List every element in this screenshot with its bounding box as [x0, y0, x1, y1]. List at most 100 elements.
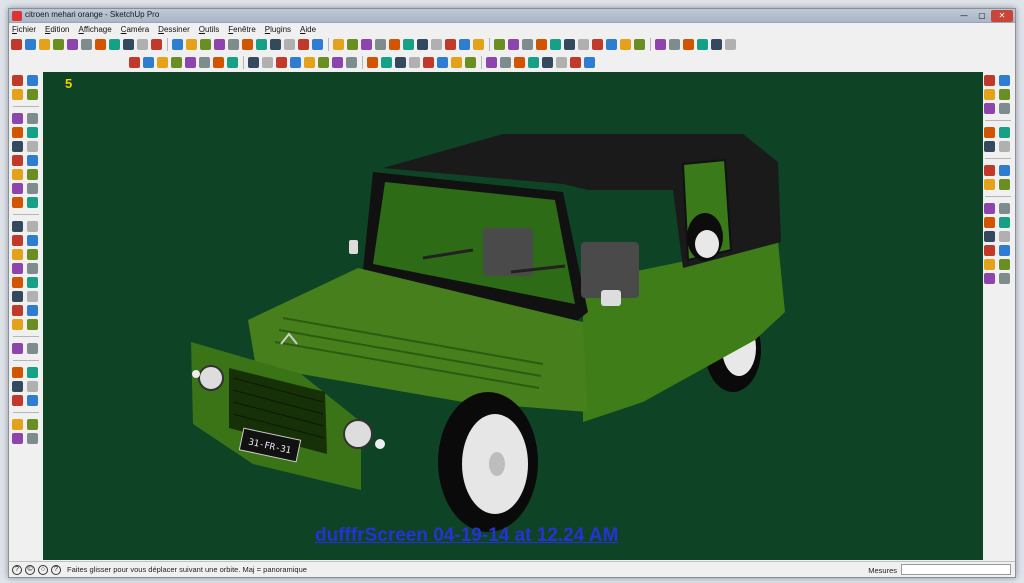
section-icon[interactable] — [284, 38, 295, 50]
zoom-icon[interactable] — [298, 38, 309, 50]
left-icon[interactable] — [445, 38, 456, 50]
sandbox-4-icon[interactable] — [500, 56, 511, 68]
menu-dessiner[interactable]: Dessiner — [158, 25, 190, 34]
geo-location-icon[interactable]: ? — [12, 564, 22, 575]
plugin-8-icon[interactable] — [227, 56, 238, 68]
sandbox-8-icon[interactable] — [556, 56, 567, 68]
orbit-icon[interactable] — [312, 38, 323, 50]
sandbox-5-icon[interactable] — [514, 56, 525, 68]
zoom-window-icon[interactable] — [347, 38, 358, 50]
eraser-icon[interactable] — [95, 38, 106, 50]
toolbar-left-tool-27-icon[interactable] — [12, 277, 23, 288]
toolbar-left-tool-40-icon[interactable] — [27, 381, 38, 392]
bottom-icon[interactable] — [459, 38, 470, 50]
toolbar-right-tool-3-icon[interactable] — [984, 89, 995, 100]
tape-icon[interactable] — [214, 38, 225, 50]
toolbar-left-tool-23-icon[interactable] — [12, 249, 23, 260]
scenes-icon[interactable] — [683, 38, 694, 50]
grid-icon[interactable] — [437, 56, 448, 68]
paint-icon[interactable] — [109, 38, 120, 50]
toolbar-right-tool-16-icon[interactable] — [999, 203, 1010, 214]
styles-icon[interactable] — [634, 38, 645, 50]
menu-fichier[interactable]: Fichier — [12, 25, 36, 34]
hidden-line-icon[interactable] — [508, 38, 519, 50]
plugin-5-icon[interactable] — [185, 56, 196, 68]
toolbar-right-tool-21-icon[interactable] — [984, 245, 995, 256]
plugin-3-icon[interactable] — [157, 56, 168, 68]
toolbar-left-tool-28-icon[interactable] — [27, 277, 38, 288]
drawing-viewport[interactable]: 31-FR-31 5 dufffrScreen 04-19-14 at 12.2… — [43, 72, 983, 560]
sandbox-9-icon[interactable] — [570, 56, 581, 68]
toolbar-left-tool-11-icon[interactable] — [12, 155, 23, 166]
toolbar-right-tool-2-icon[interactable] — [999, 75, 1010, 86]
follow-me-icon[interactable] — [172, 38, 183, 50]
menu-aide[interactable]: Aide — [300, 25, 316, 34]
monochrome-icon[interactable] — [550, 38, 561, 50]
offset-icon[interactable] — [200, 38, 211, 50]
toolbar-left-tool-20-icon[interactable] — [27, 221, 38, 232]
toolbar-left-tool-14-icon[interactable] — [27, 169, 38, 180]
toolbar-left-tool-9-icon[interactable] — [12, 141, 23, 152]
rotate-icon[interactable] — [151, 38, 162, 50]
toolbar-left-tool-37-icon[interactable] — [12, 367, 23, 378]
sandbox-1-icon[interactable] — [451, 56, 462, 68]
toolbar-right-tool-13-icon[interactable] — [984, 179, 995, 190]
right-icon[interactable] — [417, 38, 428, 50]
toolbar-left-tool-15-icon[interactable] — [12, 183, 23, 194]
toolbar-left-tool-18-icon[interactable] — [27, 197, 38, 208]
dimension-icon[interactable] — [270, 38, 281, 50]
toolbar-left-tool-41-icon[interactable] — [12, 395, 23, 406]
toolbar-right-tool-11-icon[interactable] — [984, 165, 995, 176]
maximize-button[interactable]: ▢ — [973, 10, 991, 22]
toolbar-right-tool-19-icon[interactable] — [984, 231, 995, 242]
toolbar-left-tool-31-icon[interactable] — [12, 305, 23, 316]
info-icon[interactable]: ? — [51, 564, 61, 575]
toolbar-left-tool-19-icon[interactable] — [12, 221, 23, 232]
toolbar-left-tool-45-icon[interactable] — [12, 433, 23, 444]
toolbar-right-tool-8-icon[interactable] — [999, 127, 1010, 138]
toolbar-left-tool-26-icon[interactable] — [27, 263, 38, 274]
toolbar-left-tool-4-icon[interactable] — [27, 89, 38, 100]
select-icon[interactable] — [11, 38, 22, 50]
menu-affichage[interactable]: Affichage — [78, 25, 111, 34]
eraser-alt-icon[interactable] — [81, 38, 92, 50]
wireframe-icon[interactable] — [494, 38, 505, 50]
plugin-15-icon[interactable] — [332, 56, 343, 68]
plugin-11-icon[interactable] — [276, 56, 287, 68]
materials-icon[interactable] — [697, 38, 708, 50]
toolbar-right-tool-22-icon[interactable] — [999, 245, 1010, 256]
toolbar-right-tool-12-icon[interactable] — [999, 165, 1010, 176]
sandbox-2-icon[interactable] — [465, 56, 476, 68]
fog-icon[interactable] — [578, 38, 589, 50]
menu-fenetre[interactable]: Fenêtre — [228, 25, 256, 34]
toolbar-right-tool-17-icon[interactable] — [984, 217, 995, 228]
ruby-icon[interactable] — [725, 38, 736, 50]
toolbar-left-tool-12-icon[interactable] — [27, 155, 38, 166]
toolbar-left-tool-29-icon[interactable] — [12, 291, 23, 302]
toolbar-left-tool-33-icon[interactable] — [12, 319, 23, 330]
toolbar-left-tool-44-icon[interactable] — [27, 419, 38, 430]
plugin-18-icon[interactable] — [381, 56, 392, 68]
entity-info-icon[interactable] — [711, 38, 722, 50]
toolbar-left-tool-1-icon[interactable] — [12, 75, 23, 86]
toolbar-left-tool-42-icon[interactable] — [27, 395, 38, 406]
toolbar-left-tool-7-icon[interactable] — [12, 127, 23, 138]
sandbox-7-icon[interactable] — [542, 56, 553, 68]
toolbar-right-tool-15-icon[interactable] — [984, 203, 995, 214]
plugin-6-icon[interactable] — [199, 56, 210, 68]
close-button[interactable]: ✕ — [991, 10, 1013, 22]
toolbar-left-tool-24-icon[interactable] — [27, 249, 38, 260]
toolbar-right-tool-4-icon[interactable] — [999, 89, 1010, 100]
toolbar-left-tool-17-icon[interactable] — [12, 197, 23, 208]
plugin-9-icon[interactable] — [248, 56, 259, 68]
plugin-10-icon[interactable] — [262, 56, 273, 68]
toolbar-left-tool-46-icon[interactable] — [27, 433, 38, 444]
toolbar-right-tool-26-icon[interactable] — [999, 273, 1010, 284]
plugin-7-icon[interactable] — [213, 56, 224, 68]
minimize-button[interactable]: — — [955, 10, 973, 22]
toolbar-left-tool-16-icon[interactable] — [27, 183, 38, 194]
credits-icon[interactable]: © — [25, 564, 35, 575]
outliner-icon[interactable] — [669, 38, 680, 50]
textured-icon[interactable] — [536, 38, 547, 50]
toolbar-left-tool-8-icon[interactable] — [27, 127, 38, 138]
